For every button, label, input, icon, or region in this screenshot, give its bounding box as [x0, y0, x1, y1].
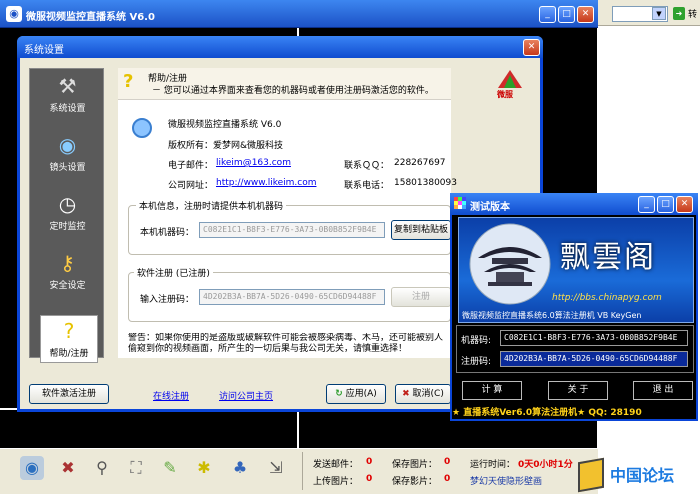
nav-item-camera[interactable]: ◉ 镜头设置 — [30, 132, 105, 187]
reg-group-label: 软件注册 (已注册) — [134, 266, 213, 279]
keygen-reg-label: 注册码: — [461, 357, 492, 367]
nav-item-label: 定时监控 — [49, 222, 86, 232]
nav-item-label: 帮助/注册 — [49, 349, 89, 359]
refresh-icon: ↻ — [335, 389, 343, 399]
phone-label: 联系电话： — [344, 181, 390, 191]
nav-item-system[interactable]: ⚒ 系统设置 — [30, 73, 105, 128]
status-divider — [302, 452, 303, 490]
settings-nav: ⚒ 系统设置 ◉ 镜头设置 ◷ 定时监控 ⚷ 安全设定 ? 帮助/注册 — [29, 68, 105, 363]
activate-button[interactable]: 软件激活注册 — [29, 384, 109, 404]
copyright: 版权所有：爱梦网&微服科技 — [168, 141, 284, 151]
network-icon[interactable]: ♣ — [228, 456, 252, 480]
cancel-label: 取消(C) — [412, 389, 444, 399]
upload-count: 0 — [366, 474, 373, 484]
wallpaper-link[interactable]: 梦幻天使隐形壁画 — [470, 474, 542, 487]
key-icon: ⚷ — [60, 251, 75, 275]
banner-subtitle: 微服视频监控直播系统6.0算法注册机 VB KeyGen — [462, 311, 642, 320]
save-img-count: 0 — [444, 457, 451, 467]
help-bulb-icon[interactable]: ✱ — [192, 456, 216, 480]
reg-code-field[interactable]: 4D202B3A-BB7A-5D26-0490-65CD6D94488F — [199, 289, 385, 305]
email-link[interactable]: likeim@163.com — [216, 158, 291, 168]
about-button[interactable]: 关 于 — [548, 381, 608, 400]
keygen-app-icon — [454, 197, 466, 209]
save-img-label: 保存图片： — [392, 460, 438, 470]
app-icon: ◉ — [6, 6, 22, 22]
settings-titlebar — [17, 36, 543, 58]
help-description: － 您可以通过本界面来查看您的机器码或者使用注册码激活您的软件。 — [152, 86, 434, 96]
site-label: 公司网址： — [168, 181, 214, 191]
stop-icon[interactable]: ✖ — [56, 456, 80, 480]
save-video-label: 保存影片： — [392, 477, 438, 487]
keygen-ticker: ★ 直播系统Ver6.0算法注册机★ QQ: 28190 — [452, 408, 642, 418]
save-video-count: 0 — [444, 474, 451, 484]
banner-name: 飘雲阁 — [560, 240, 656, 275]
keygen-title: 测试版本 — [470, 202, 510, 213]
chevron-down-icon[interactable]: ▼ — [652, 7, 666, 20]
register-button[interactable]: 注册 — [391, 287, 451, 307]
nav-item-label: 安全设定 — [49, 281, 86, 291]
machine-group-label: 本机信息，注册时请提供本机机器码 — [136, 199, 287, 212]
watermark-text: 中国论坛 — [610, 466, 675, 485]
go-button[interactable]: 转 — [688, 7, 697, 20]
apply-label: 应用(A) — [345, 389, 377, 399]
nav-item-security[interactable]: ⚷ 安全设定 — [30, 250, 105, 305]
warning-text: 警告：如果你使用的是盗版或破解软件可能会被感染病毒、木马，还可能被别人偷窥到你的… — [128, 333, 444, 354]
keygen-machine-field[interactable]: C082E1C1-B8F3-E776-3A73-0B0B852F9B4E — [500, 330, 688, 346]
visit-home-link[interactable]: 访问公司主页 — [219, 389, 273, 402]
run-time-value: 0天0小时1分 — [518, 460, 573, 470]
qq-label: 联系ＱＱ： — [344, 161, 390, 171]
brand-logo-text: 微服 — [497, 90, 513, 99]
nav-item-label: 镜头设置 — [49, 163, 86, 173]
email-label: 电子邮件： — [168, 161, 214, 171]
keygen-maximize-button[interactable]: □ — [657, 196, 674, 213]
sent-mail-count: 0 — [366, 457, 373, 467]
reg-code-label: 输入注册码： — [140, 295, 195, 305]
camera-icon[interactable]: ◉ — [20, 456, 44, 480]
online-register-link[interactable]: 在线注册 — [153, 389, 189, 402]
exit-button[interactable]: 退 出 — [633, 381, 693, 400]
calculate-button[interactable]: 计 算 — [462, 381, 522, 400]
webcam-icon: ◉ — [58, 133, 77, 157]
tools-icon[interactable]: ✎ — [158, 456, 182, 480]
keygen-machine-label: 机器码: — [461, 336, 492, 346]
banner-url: http://bbs.chinapyg.com — [552, 293, 662, 303]
search-icon[interactable]: ⚲ — [90, 456, 114, 480]
cancel-x-icon: ✖ — [402, 389, 410, 399]
qq-value: 228267697 — [394, 158, 446, 168]
settings-close-button[interactable]: ✕ — [523, 39, 540, 56]
maximize-button[interactable]: □ — [558, 6, 575, 23]
cancel-button[interactable]: ✖ 取消(C) — [395, 384, 451, 404]
exit-icon[interactable]: ⇲ — [264, 456, 288, 480]
apply-button[interactable]: ↻ 应用(A) — [326, 384, 386, 404]
keygen-minimize-button[interactable]: _ — [638, 196, 655, 213]
pavilion-emblem — [468, 222, 552, 306]
help-icon: ? — [63, 319, 75, 343]
machine-code-label: 本机机器码： — [140, 228, 195, 238]
go-arrow-icon[interactable]: ➜ — [673, 7, 685, 20]
nav-item-label: 系统设置 — [49, 104, 86, 114]
help-question-icon: ? — [123, 71, 134, 92]
sent-mail-label: 发送邮件： — [313, 460, 359, 470]
main-title: 微服视频监控直播系统 V6.0 — [26, 12, 155, 23]
nav-item-help[interactable]: ? 帮助/注册 — [40, 315, 98, 363]
copy-button[interactable]: 复制到粘贴板 — [391, 220, 451, 240]
product-name: 微服视频监控直播系统 V6.0 — [168, 120, 282, 130]
keygen-close-button[interactable]: ✕ — [676, 196, 693, 213]
minimize-button[interactable]: _ — [539, 6, 556, 23]
settings-title: 系统设置 — [24, 45, 64, 56]
phone-value: 15801380093 — [394, 178, 457, 188]
keygen-reg-field[interactable]: 4D202B3A-BB7A-5D26-0490-65CD6D94488F — [500, 351, 688, 367]
upload-label: 上传图片： — [313, 477, 359, 487]
fullscreen-icon[interactable]: ⛶ — [124, 456, 148, 480]
site-link[interactable]: http://www.likeim.com — [216, 178, 316, 188]
clock-icon: ◷ — [58, 192, 77, 216]
close-button[interactable]: ✕ — [577, 6, 594, 23]
watermark-logo — [578, 457, 604, 493]
product-icon — [132, 118, 152, 138]
machine-code-field[interactable]: C082E1C1-B8F3-E776-3A73-0B0B852F9B4E — [199, 222, 385, 238]
nav-item-schedule[interactable]: ◷ 定时监控 — [30, 191, 105, 246]
run-time-label: 运行时间： — [470, 460, 516, 470]
tools-icon: ⚒ — [58, 74, 77, 98]
